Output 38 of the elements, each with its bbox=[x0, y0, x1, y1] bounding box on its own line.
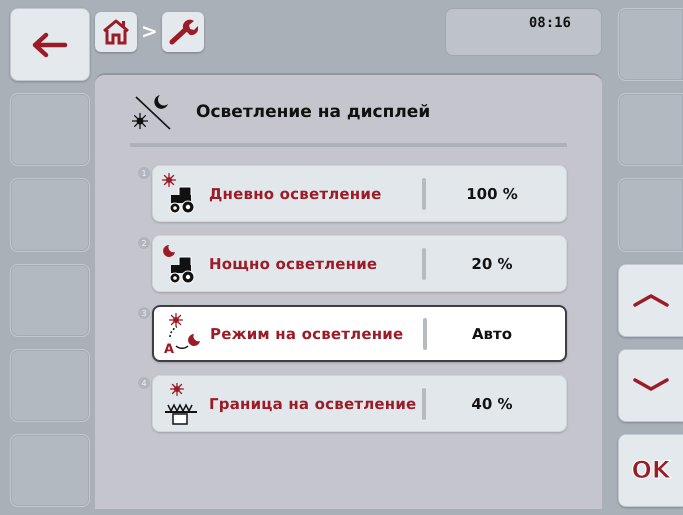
setting-value: 40 % bbox=[470, 394, 514, 412]
setting-value: Авто bbox=[470, 324, 514, 342]
wrench-icon bbox=[168, 18, 198, 46]
setting-row[interactable]: Нощно осветление 20 % bbox=[152, 235, 567, 292]
setting-label: Дневно осветление bbox=[209, 184, 382, 202]
setting-value: 100 % bbox=[465, 184, 519, 202]
home-icon bbox=[101, 18, 131, 46]
back-button[interactable] bbox=[10, 8, 90, 82]
setting-value: 20 % bbox=[470, 254, 514, 272]
empty-softkey[interactable] bbox=[10, 178, 90, 252]
scroll-up-button[interactable] bbox=[618, 264, 683, 337]
settings-button[interactable] bbox=[162, 12, 204, 52]
back-arrow-icon bbox=[32, 32, 68, 58]
setting-label: Режим на осветление bbox=[210, 324, 404, 342]
empty-softkey[interactable] bbox=[10, 93, 90, 166]
row-number: 3 bbox=[138, 307, 150, 319]
empty-softkey[interactable] bbox=[618, 93, 683, 166]
empty-softkey[interactable] bbox=[10, 348, 90, 422]
breadcrumb-separator: > bbox=[141, 19, 158, 43]
row-number: 1 bbox=[138, 167, 150, 179]
ok-button[interactable]: OK bbox=[618, 434, 683, 508]
empty-softkey[interactable] bbox=[618, 178, 683, 252]
clock-time: 08:16 bbox=[528, 15, 571, 33]
empty-softkey[interactable] bbox=[618, 8, 683, 82]
setting-row[interactable]: Дневно осветление 100 % bbox=[152, 165, 567, 222]
page-title: Осветление на дисплей bbox=[196, 102, 430, 122]
chevron-up-icon bbox=[633, 293, 669, 308]
home-button[interactable] bbox=[95, 12, 137, 52]
row-number: 2 bbox=[138, 237, 150, 249]
setting-row[interactable]: A Режим на осветление Авто bbox=[152, 305, 567, 362]
setting-label: Граница на осветление bbox=[209, 394, 418, 412]
row-number: 4 bbox=[138, 377, 150, 389]
setting-row[interactable]: Граница на осветление 40 % bbox=[152, 375, 567, 432]
scroll-down-button[interactable] bbox=[618, 348, 683, 422]
empty-softkey[interactable] bbox=[10, 434, 90, 508]
setting-label: Нощно осветление bbox=[209, 254, 378, 272]
chevron-down-icon bbox=[633, 378, 669, 392]
empty-softkey[interactable] bbox=[10, 264, 90, 337]
